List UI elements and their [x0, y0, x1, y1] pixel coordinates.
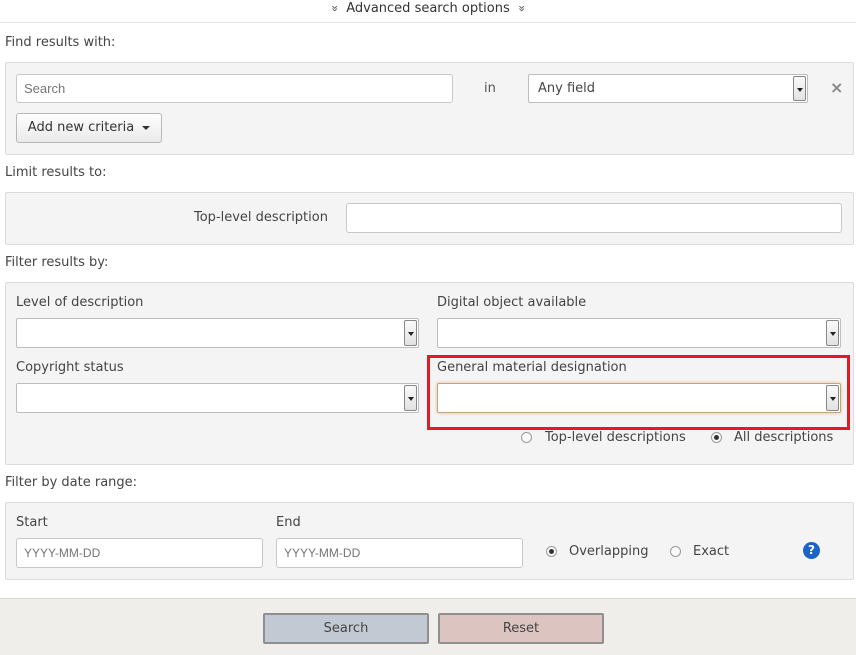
general-material-designation-label: General material designation — [437, 360, 627, 375]
filter-results-heading: Filter results by: — [5, 255, 109, 270]
general-material-designation-select[interactable] — [437, 383, 841, 413]
chevron-down-icon — [404, 320, 417, 346]
caret-down-icon — [142, 125, 151, 130]
chevron-down-icon — [826, 385, 839, 411]
reset-button[interactable]: Reset — [438, 613, 604, 644]
help-icon[interactable]: ? — [803, 542, 820, 559]
double-chevron-down-icon: » — [514, 4, 529, 13]
digital-object-label: Digital object available — [437, 295, 587, 310]
top-level-description-label: Top-level description — [194, 210, 328, 225]
limit-results-heading: Limit results to: — [5, 165, 107, 180]
copyright-status-select[interactable] — [16, 383, 419, 413]
find-results-heading: Find results with: — [5, 35, 116, 50]
search-button[interactable]: Search — [263, 613, 429, 644]
advanced-search-toggle[interactable]: » Advanced search options» — [0, 0, 856, 23]
in-label: in — [484, 81, 496, 96]
start-date-label: Start — [16, 515, 48, 530]
chevron-down-icon — [793, 76, 806, 101]
end-date-input[interactable] — [276, 538, 523, 568]
field-select[interactable]: Any field — [528, 74, 808, 103]
copyright-status-label: Copyright status — [16, 360, 124, 375]
exact-label: Exact — [693, 544, 730, 559]
top-level-description-input[interactable] — [346, 203, 842, 233]
level-of-description-select[interactable] — [16, 318, 419, 348]
all-descriptions-label: All descriptions — [734, 430, 834, 445]
date-range-heading: Filter by date range: — [5, 475, 138, 490]
search-input[interactable] — [16, 74, 453, 103]
chevron-down-icon — [404, 385, 417, 411]
digital-object-select[interactable] — [437, 318, 841, 348]
add-new-criteria-button[interactable]: Add new criteria — [16, 113, 162, 143]
exact-radio[interactable] — [670, 546, 681, 557]
overlapping-label: Overlapping — [569, 544, 649, 559]
all-descriptions-radio[interactable] — [711, 432, 722, 443]
chevron-down-icon — [826, 320, 839, 346]
advanced-search-toggle-label: Advanced search options — [346, 1, 510, 16]
end-date-label: End — [276, 515, 301, 530]
top-level-descriptions-label: Top-level descriptions — [545, 430, 686, 445]
remove-criteria-icon[interactable]: × — [830, 78, 843, 97]
field-select-value: Any field — [538, 81, 596, 96]
start-date-input[interactable] — [16, 538, 263, 568]
add-new-criteria-label: Add new criteria — [27, 120, 135, 135]
level-of-description-label: Level of description — [16, 295, 144, 310]
double-chevron-down-icon: » — [328, 4, 343, 13]
top-level-descriptions-radio[interactable] — [521, 432, 532, 443]
overlapping-radio[interactable] — [546, 546, 557, 557]
